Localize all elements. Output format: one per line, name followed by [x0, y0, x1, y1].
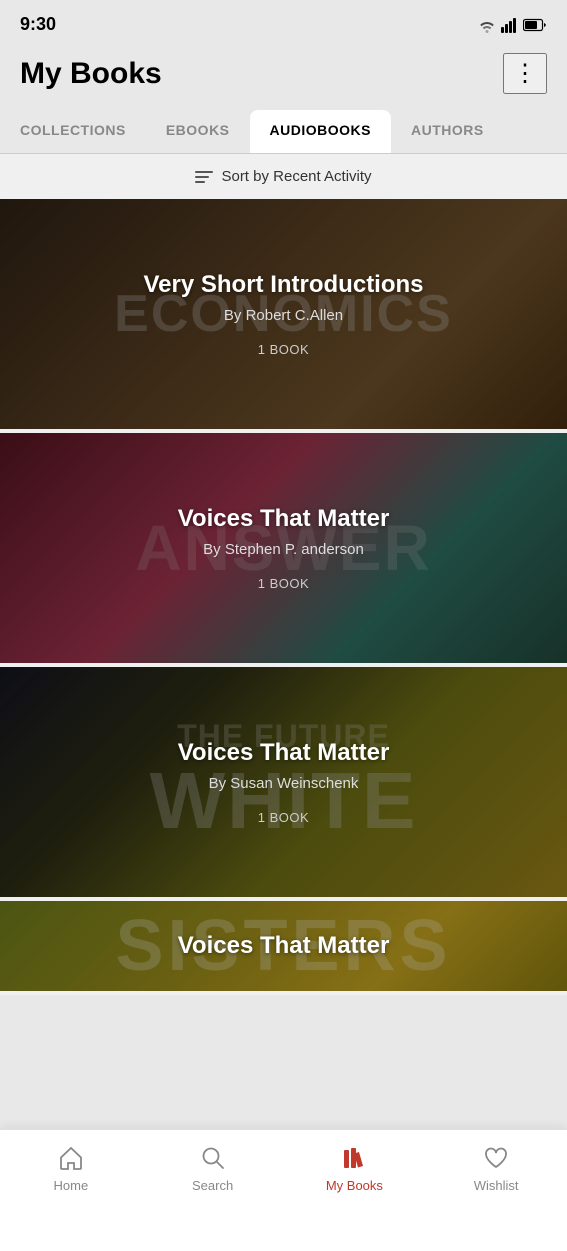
nav-wishlist-label: Wishlist: [474, 1178, 519, 1193]
tab-bar: COLLECTIONS EBOOKS AUDIOBOOKS AUTHORS: [0, 110, 567, 154]
book-title-2: Voices That Matter: [178, 505, 390, 533]
tab-authors[interactable]: AUTHORS: [391, 110, 504, 153]
status-bar: 9:30: [0, 0, 567, 43]
status-time: 9:30: [20, 14, 56, 35]
page-title: My Books: [20, 57, 162, 91]
sort-icon: [195, 171, 213, 183]
search-icon: [199, 1144, 227, 1172]
home-icon: [57, 1144, 85, 1172]
bottom-nav: Home Search My Books Wishlist: [0, 1129, 567, 1251]
nav-search[interactable]: Search: [178, 1144, 248, 1193]
tab-collections[interactable]: COLLECTIONS: [0, 110, 146, 153]
book-title-4: Voices That Matter: [178, 932, 390, 960]
heart-icon: [482, 1144, 510, 1172]
nav-home-label: Home: [54, 1178, 89, 1193]
book-card-2[interactable]: ANSWER Voices That Matter By Stephen P. …: [0, 433, 567, 663]
menu-button[interactable]: ⋮: [503, 53, 547, 94]
status-icons: [477, 17, 547, 33]
books-container: ECONOMICS Very Short Introductions By Ro…: [0, 199, 567, 995]
book-author-3: By Susan Weinschenk: [209, 775, 359, 792]
book-title-3: Voices That Matter: [178, 739, 390, 767]
book-count-1: 1 BOOK: [258, 342, 309, 357]
book-title-1: Very Short Introductions: [143, 271, 423, 299]
nav-home[interactable]: Home: [36, 1144, 106, 1193]
tab-ebooks[interactable]: EBOOKS: [146, 110, 250, 153]
book-card-3[interactable]: THE FUTURE WHITE Voices That Matter By S…: [0, 667, 567, 897]
nav-mybooks-label: My Books: [326, 1178, 383, 1193]
sort-label: Sort by Recent Activity: [221, 168, 371, 185]
book-count-2: 1 BOOK: [258, 576, 309, 591]
nav-search-label: Search: [192, 1178, 233, 1193]
book-card-1[interactable]: ECONOMICS Very Short Introductions By Ro…: [0, 199, 567, 429]
book-author-2: By Stephen P. anderson: [203, 541, 364, 558]
nav-wishlist[interactable]: Wishlist: [461, 1144, 531, 1193]
header: My Books ⋮: [0, 43, 567, 110]
sort-bar[interactable]: Sort by Recent Activity: [0, 154, 567, 199]
tab-audiobooks[interactable]: AUDIOBOOKS: [250, 110, 391, 153]
signal-icon: [501, 17, 519, 33]
book-card-4[interactable]: SISTERS Voices That Matter: [0, 901, 567, 991]
nav-mybooks[interactable]: My Books: [319, 1144, 389, 1193]
book-count-3: 1 BOOK: [258, 810, 309, 825]
battery-icon: [523, 18, 547, 32]
books-icon: [340, 1144, 368, 1172]
book-author-1: By Robert C.Allen: [224, 307, 343, 324]
wifi-icon: [477, 17, 497, 33]
